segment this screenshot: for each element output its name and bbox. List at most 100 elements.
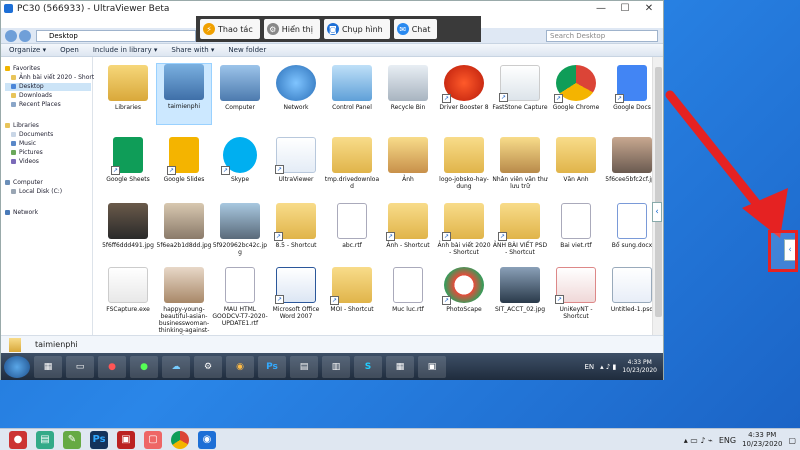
documents-icon (11, 132, 16, 137)
computer-icon (220, 65, 260, 101)
nav-libraries[interactable]: Libraries (5, 122, 39, 130)
nav-item-desktop[interactable]: Desktop (5, 83, 91, 91)
taskbar-app-icon[interactable]: ▣ (418, 355, 446, 378)
desktop-item[interactable]: logo-jobsko-hay-dung (436, 137, 492, 199)
desktop-item[interactable]: happy-young-beautiful-asian-businesswoma… (156, 267, 212, 341)
local-clock[interactable]: 4:33 PM 10/23/2020 (742, 431, 782, 449)
nav-computer[interactable]: Computer (5, 179, 43, 187)
search-input[interactable]: Search Desktop (546, 30, 658, 42)
desktop-item[interactable]: Ảnh (380, 137, 436, 199)
desktop-item[interactable]: MAU HTML GOODCV-T7-2020-UPDATE1.rtf (212, 267, 268, 329)
nav-item-videos[interactable]: Videos (11, 158, 39, 166)
desktop-item[interactable]: 5f6ea2b1d8dd.jpg (156, 203, 212, 265)
desktop-item[interactable]: ↗ FastStone Capture (492, 65, 548, 127)
share-with-button[interactable]: Share with ▾ (171, 46, 214, 54)
nav-favorites[interactable]: Favorites (5, 65, 40, 73)
desktop-item[interactable]: ↗ MOI - Shortcut (324, 267, 380, 329)
photoshop-taskbar-icon[interactable]: Ps (90, 430, 108, 449)
taskbar-app-icon[interactable]: ▣ (117, 430, 135, 449)
desktop-item[interactable]: Computer (212, 65, 268, 127)
organize-button[interactable]: Organize ▾ (9, 46, 46, 54)
desktop-item[interactable]: ↗ ẢNH BÀI VIẾT PSD - Shortcut (492, 203, 548, 265)
desktop-item[interactable]: Nhân viên văn thư lưu trữ (492, 137, 548, 199)
open-button[interactable]: Open (60, 46, 79, 54)
control-button[interactable]: ⚡ Thao tác (200, 19, 260, 39)
nav-item-local-disk[interactable]: Local Disk (C:) (11, 188, 62, 196)
desktop-item[interactable]: 5f6ff6ddd491.jpg (100, 203, 156, 265)
desktop-item[interactable]: ↗ Google Sheets (100, 137, 156, 199)
desktop-item[interactable]: Network (268, 65, 324, 127)
taskbar-app-icon[interactable]: ▤ (290, 355, 318, 378)
desktop-item[interactable]: Libraries (100, 65, 156, 127)
photoshop-taskbar-icon[interactable]: Ps (258, 355, 286, 378)
maximize-icon[interactable]: ☐ (613, 1, 637, 16)
desktop-item[interactable]: 5f920962bc42c.jpg (212, 203, 268, 265)
nav-item-pictures[interactable]: Pictures (11, 149, 43, 157)
taskbar-app-icon[interactable]: ▥ (322, 355, 350, 378)
taskbar-app-icon[interactable]: ☁ (162, 355, 190, 378)
taskbar-app-icon[interactable]: ▢ (144, 430, 162, 449)
nav-item-documents[interactable]: Documents (11, 131, 53, 139)
taskbar-app-icon[interactable]: ⚙ (194, 355, 222, 378)
taskbar-app-icon[interactable]: ● (98, 355, 126, 378)
remote-screen[interactable]: Desktop Search Desktop Organize ▾ Open I… (1, 16, 663, 380)
chrome-taskbar-icon[interactable]: ◉ (226, 355, 254, 378)
taskbar-app-icon[interactable]: ▭ (66, 355, 94, 378)
taskbar-app-icon[interactable]: ✎ (63, 430, 81, 449)
display-button[interactable]: ⚙ Hiển thị (263, 19, 320, 39)
nav-item-music[interactable]: Music (11, 140, 36, 148)
tray-icons[interactable]: ▴ ▭ ♪ ⌁ (684, 436, 713, 445)
tray-icons[interactable]: ▴ ♪ ▮ (600, 363, 616, 371)
desktop-item[interactable]: Recycle Bin (380, 65, 436, 127)
desktop-icon (11, 84, 16, 89)
desktop-item[interactable]: ↗ Google Chrome (548, 65, 604, 127)
desktop-item[interactable]: tmp.drivedownload (324, 137, 380, 199)
taskbar-app-icon[interactable]: ▦ (34, 355, 62, 378)
desktop-item[interactable]: ↗ Skype (212, 137, 268, 199)
desktop-item[interactable]: ↗ UltraViewer (268, 137, 324, 199)
taskbar-app-icon[interactable]: ▤ (36, 430, 54, 449)
back-icon[interactable] (5, 30, 17, 42)
google-docs-icon: ↗ (615, 65, 647, 103)
minimize-icon[interactable]: — (589, 1, 613, 16)
chat-button[interactable]: ✉ Chat (393, 19, 438, 39)
language-indicator[interactable]: ENG (719, 436, 736, 445)
skype-taskbar-icon[interactable]: S (354, 355, 382, 378)
forward-icon[interactable] (19, 30, 31, 42)
desktop-item[interactable]: ↗ Microsoft Office Word 2007 (268, 267, 324, 329)
nav-item-shortcut[interactable]: Ảnh bài viết 2020 - Shortcut (11, 74, 104, 82)
desktop-item[interactable]: Bai viet.rtf (548, 203, 604, 265)
desktop-item[interactable]: Văn Anh (548, 137, 604, 199)
taskbar-app-icon[interactable]: ▦ (386, 355, 414, 378)
desktop-item[interactable]: SIT_ACCT_02.jpg (492, 267, 548, 329)
nav-item-recent[interactable]: Recent Places (11, 101, 61, 109)
start-button[interactable] (4, 355, 30, 378)
new-folder-button[interactable]: New folder (228, 46, 266, 54)
address-field[interactable]: Desktop (36, 30, 196, 42)
desktop-item[interactable]: FSCapture.exe (100, 267, 156, 329)
desktop-item[interactable]: ↗ Google Slides (156, 137, 212, 199)
window-titlebar[interactable]: PC30 (566933) - UltraViewer Beta — ☐ ✕ (1, 1, 663, 16)
close-icon[interactable]: ✕ (637, 1, 661, 16)
language-indicator[interactable]: EN (584, 363, 594, 371)
remote-clock[interactable]: 4:33 PM 10/23/2020 (622, 359, 657, 375)
nav-item-downloads[interactable]: Downloads (11, 92, 52, 100)
desktop-item[interactable]: taimienphi (156, 63, 212, 125)
desktop-item[interactable]: ↗ UniKeyNT - Shortcut (548, 267, 604, 329)
desktop-item[interactable]: ↗ PhotoScape (436, 267, 492, 329)
capture-button[interactable]: ◙ Chụp hình (323, 19, 390, 39)
taskbar-app-icon[interactable]: ● (130, 355, 158, 378)
ultraviewer-taskbar-icon[interactable]: ◉ (198, 430, 216, 449)
desktop-item[interactable]: ↗ 8.5 - Shortcut (268, 203, 324, 265)
desktop-item[interactable]: ↗ Ảnh bài viết 2020 - Shortcut (436, 203, 492, 265)
desktop-item[interactable]: ↗ Ảnh - Shortcut (380, 203, 436, 265)
taskbar-app-icon[interactable]: ● (9, 430, 27, 449)
nav-network[interactable]: Network (5, 209, 38, 217)
chrome-taskbar-icon[interactable] (171, 430, 189, 449)
desktop-item[interactable]: Control Panel (324, 65, 380, 127)
desktop-item[interactable]: ↗ Driver Booster 8 (436, 65, 492, 127)
desktop-item[interactable]: Muc luc.rtf (380, 267, 436, 329)
include-in-library-button[interactable]: Include in library ▾ (93, 46, 158, 54)
desktop-item[interactable]: abc.rtf (324, 203, 380, 265)
notification-icon[interactable]: ▢ (788, 436, 796, 445)
